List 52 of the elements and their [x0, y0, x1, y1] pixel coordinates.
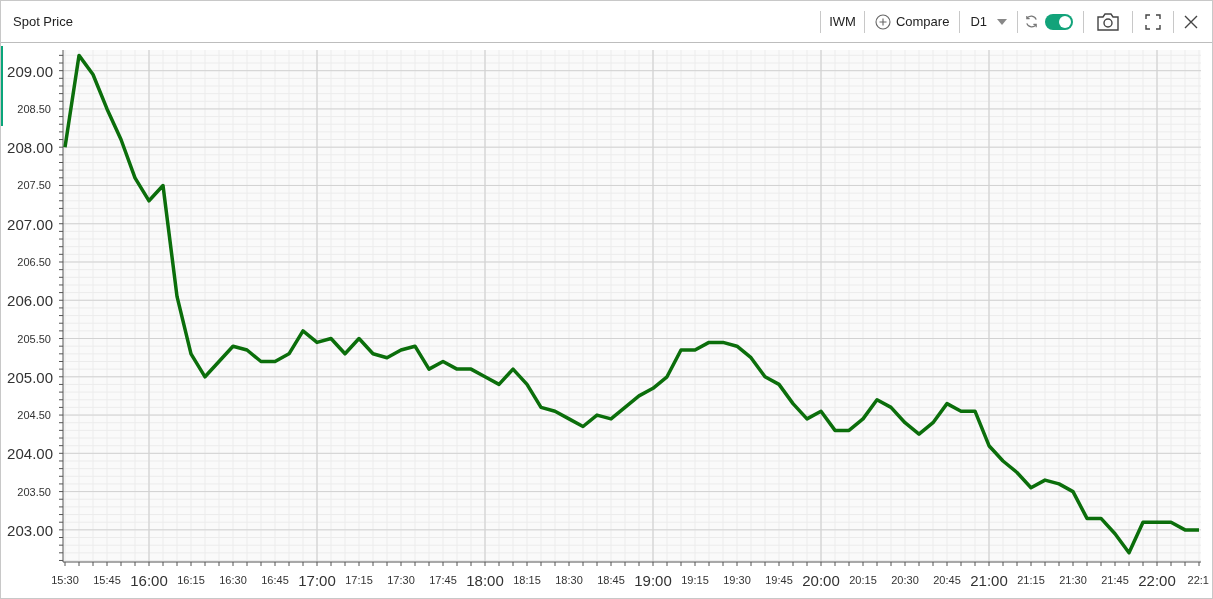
y-tick-label: 203.00 — [7, 521, 53, 539]
x-tick-label: 17:15 — [345, 574, 373, 586]
camera-icon — [1096, 11, 1120, 32]
y-tick-label: 207.50 — [17, 179, 51, 192]
y-tick-label: 205.00 — [7, 368, 53, 386]
x-tick-label: 18:45 — [597, 574, 625, 586]
x-tick-label: 20:00 — [802, 572, 840, 589]
fullscreen-icon — [1145, 13, 1161, 30]
x-tick-label: 16:00 — [130, 572, 168, 589]
x-tick-label: 21:15 — [1017, 574, 1045, 586]
compare-button[interactable]: Compare — [864, 11, 960, 32]
y-tick-label: 204.00 — [7, 445, 53, 463]
caret-icon — [997, 18, 1007, 25]
x-tick-label: 21:30 — [1059, 574, 1087, 586]
y-tick-label: 204.50 — [17, 409, 51, 422]
x-tick-label: 18:15 — [513, 574, 541, 586]
y-tick-label: 208.50 — [17, 102, 51, 115]
y-tick-label: 206.50 — [17, 256, 51, 268]
x-tick-label: 15:45 — [93, 574, 121, 586]
x-tick-label: 21:00 — [970, 572, 1008, 589]
timeframe-dropdown[interactable]: D1 — [960, 11, 1017, 32]
x-tick-label: 16:45 — [261, 574, 289, 586]
x-tick-label: 20:45 — [933, 574, 961, 586]
x-tick-label: 17:30 — [387, 574, 415, 586]
x-tick-label: 19:00 — [634, 572, 672, 589]
y-tick-label: 205.50 — [17, 332, 51, 345]
x-tick-label: 20:15 — [849, 574, 877, 586]
refresh-icon — [1024, 14, 1039, 29]
x-tick-label: 17:00 — [298, 572, 336, 589]
y-tick-label: 209.00 — [7, 62, 53, 80]
x-tick-label: 15:30 — [51, 574, 79, 586]
x-tick-label: 18:30 — [555, 574, 583, 586]
close-icon — [1184, 14, 1198, 29]
panel-title: Spot Price — [13, 12, 73, 31]
y-tick-label: 208.00 — [7, 139, 53, 157]
y-tick-label: 203.50 — [17, 485, 51, 498]
x-tick-label: 19:45 — [765, 574, 793, 586]
y-tick-label: 207.00 — [7, 215, 53, 233]
x-tick-label: 22:1 — [1187, 574, 1209, 586]
x-tick-label: 21:45 — [1101, 574, 1129, 586]
x-tick-label: 19:30 — [723, 574, 751, 586]
x-tick-label: 20:30 — [891, 574, 919, 586]
symbol-label: IWM — [828, 12, 857, 31]
x-tick-label: 18:00 — [466, 572, 504, 589]
x-tick-label: 17:45 — [429, 574, 457, 586]
plus-circle-icon — [874, 13, 891, 30]
auto-refresh-toggle[interactable] — [1045, 13, 1073, 30]
x-tick-label: 16:30 — [219, 574, 247, 586]
x-tick-label: 16:15 — [177, 574, 205, 586]
y-tick-label: 206.00 — [7, 292, 53, 310]
x-tick-label: 19:15 — [681, 574, 709, 586]
x-tick-label: 22:00 — [1138, 572, 1176, 589]
